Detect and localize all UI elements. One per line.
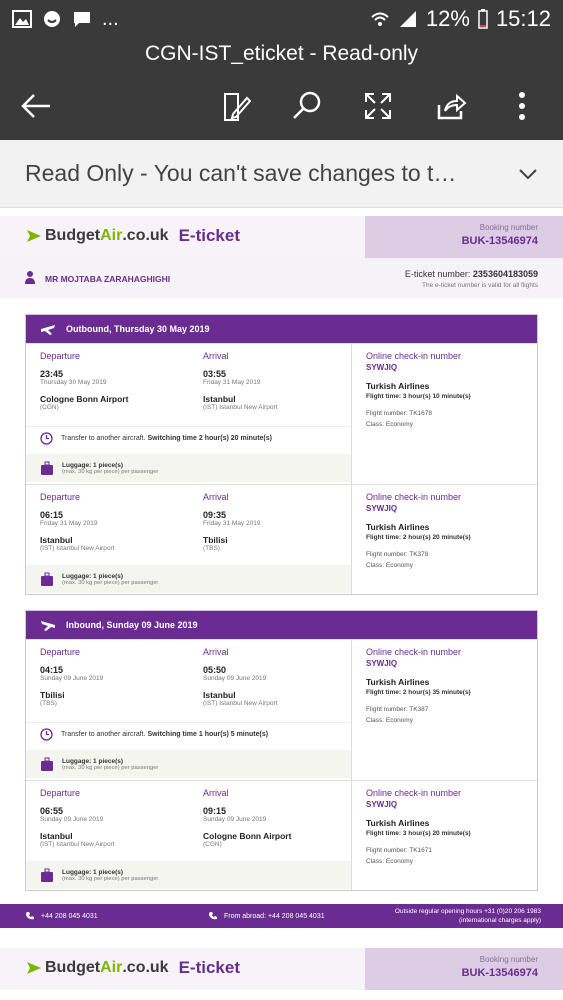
flight-leg: Departure 04:15 Sunday 09 June 2019 Tbil… <box>26 639 537 780</box>
flight-leg: Departure 06:55 Sunday 09 June 2019 Ista… <box>26 780 537 890</box>
wifi-icon <box>371 12 389 26</box>
checkin-panel: Online check-in number SYWJIQ Turkish Ai… <box>351 781 539 890</box>
ticket-header: Budget Air .co.uk E-ticket Booking number … <box>0 216 563 258</box>
checkin-number: SYWJIQ <box>366 504 398 513</box>
outbound-header: Outbound, Thursday 30 May 2019 <box>26 315 537 343</box>
inbound-section: Inbound, Sunday 09 June 2019 Departure 0… <box>25 610 538 891</box>
plane-departure-icon <box>41 325 55 335</box>
checkin-panel: Online check-in number SYWJIQ Turkish Ai… <box>351 344 539 484</box>
booking-label: Booking number <box>479 223 538 232</box>
luggage-icon <box>41 572 53 586</box>
clock-icon <box>40 432 53 445</box>
inbound-header: Inbound, Sunday 09 June 2019 <box>26 611 537 639</box>
messenger-icon <box>44 11 60 27</box>
gallery-icon <box>12 10 32 28</box>
clock: 15:12 <box>495 6 551 31</box>
booking-number: BUK-13546974 <box>461 235 538 247</box>
fullscreen-button[interactable] <box>358 88 398 124</box>
booking-number-box: Booking number BUK-13546974 <box>365 216 563 258</box>
checkin-panel: Online check-in number SYWJIQ Turkish Ai… <box>351 640 539 780</box>
chevron-down-icon[interactable] <box>518 168 538 180</box>
passenger-name: MR MOJTABA ZARAHAGHIGHI <box>45 274 171 284</box>
eticket-number: 2353604183059 <box>472 269 538 279</box>
luggage-info: Luggage: 1 piece(s) (max. 30 kg per piece… <box>26 454 351 482</box>
clock-icon <box>40 728 53 741</box>
document-title: CGN-IST_eticket - Read-only <box>144 42 419 65</box>
luggage-info: Luggage: 1 piece(s) (max. 30 kg per piece… <box>26 861 351 889</box>
expand-icon <box>365 93 391 119</box>
plane-logo-icon <box>27 230 41 242</box>
person-icon <box>25 271 35 284</box>
abroad-phone: From abroad: +44 208 045 4031 <box>224 912 325 920</box>
eticket-note: The e-ticket number is valid for all fli… <box>422 282 538 289</box>
flight-leg: Departure 23:45 Thursday 30 May 2019 Col… <box>26 343 537 484</box>
edit-icon <box>224 93 251 121</box>
transfer-info: Transfer to another aircraft. Switching … <box>26 426 351 450</box>
more-options-button[interactable] <box>502 88 542 124</box>
read-only-message: Read Only - You can't save changes to t… <box>25 160 457 186</box>
phone-number: +44 208 045 4031 <box>41 912 98 920</box>
signal-icon <box>399 11 416 27</box>
more-vertical-icon <box>519 92 525 120</box>
chat-icon <box>74 12 90 27</box>
battery-icon <box>478 9 488 29</box>
checkin-panel: Online check-in number SYWJIQ Turkish Ai… <box>351 485 539 594</box>
luggage-icon <box>41 461 53 475</box>
app-bar: CGN-IST_eticket - Read-only <box>0 38 563 140</box>
status-bar: ... 12% 15:12 <box>0 0 563 38</box>
outbound-section: Outbound, Thursday 30 May 2019 Departure… <box>25 314 538 595</box>
luggage-icon <box>41 868 53 882</box>
document-page: Budget Air .co.uk E-ticket Booking number … <box>0 208 563 1000</box>
checkin-number: SYWJIQ <box>366 363 398 372</box>
luggage-info: Luggage: 1 piece(s) (max. 30 kg per piece… <box>26 750 351 778</box>
contact-footer: +44 208 045 4031 From abroad: +44 208 04… <box>0 904 563 928</box>
phone-icon <box>26 912 34 920</box>
eticket-title: E-ticket <box>178 226 240 245</box>
phone-icon <box>209 912 217 920</box>
battery-percent: 12% <box>425 6 470 31</box>
transfer-info: Transfer to another aircraft. Switching … <box>26 722 351 746</box>
share-icon <box>437 93 467 120</box>
read-only-banner[interactable]: Read Only - You can't save changes to t… <box>0 140 563 208</box>
edit-button[interactable] <box>216 88 256 124</box>
passenger-row: MR MOJTABA ZARAHAGHIGHI E-ticket number:… <box>0 258 563 298</box>
luggage-icon <box>41 757 53 771</box>
more-notifications: ... <box>102 7 119 30</box>
eticket-number-line: E-ticket number: 2353604183059 <box>404 269 538 279</box>
plane-logo-icon <box>27 962 41 974</box>
ticket-header-page-2: Budget Air .co.uk E-ticket Booking number … <box>0 948 563 990</box>
search-icon <box>293 91 321 119</box>
budgetair-logo: Budget Air .co.uk E-ticket <box>25 958 240 978</box>
budgetair-logo: Budget Air .co.uk E-ticket <box>25 226 240 246</box>
opening-hours: Outside regular opening hours +31 (0)20 … <box>394 907 541 924</box>
share-button[interactable] <box>431 88 471 124</box>
checkin-number: SYWJIQ <box>366 659 398 668</box>
plane-arrival-icon <box>41 621 55 631</box>
back-arrow-icon <box>21 94 50 118</box>
checkin-number: SYWJIQ <box>366 800 398 809</box>
search-button[interactable] <box>287 88 327 124</box>
luggage-info: Luggage: 1 piece(s) (max. 30 kg per piece… <box>26 565 351 593</box>
back-button[interactable] <box>16 88 56 124</box>
flight-leg: Departure 06:15 Friday 31 May 2019 Istan… <box>26 484 537 594</box>
